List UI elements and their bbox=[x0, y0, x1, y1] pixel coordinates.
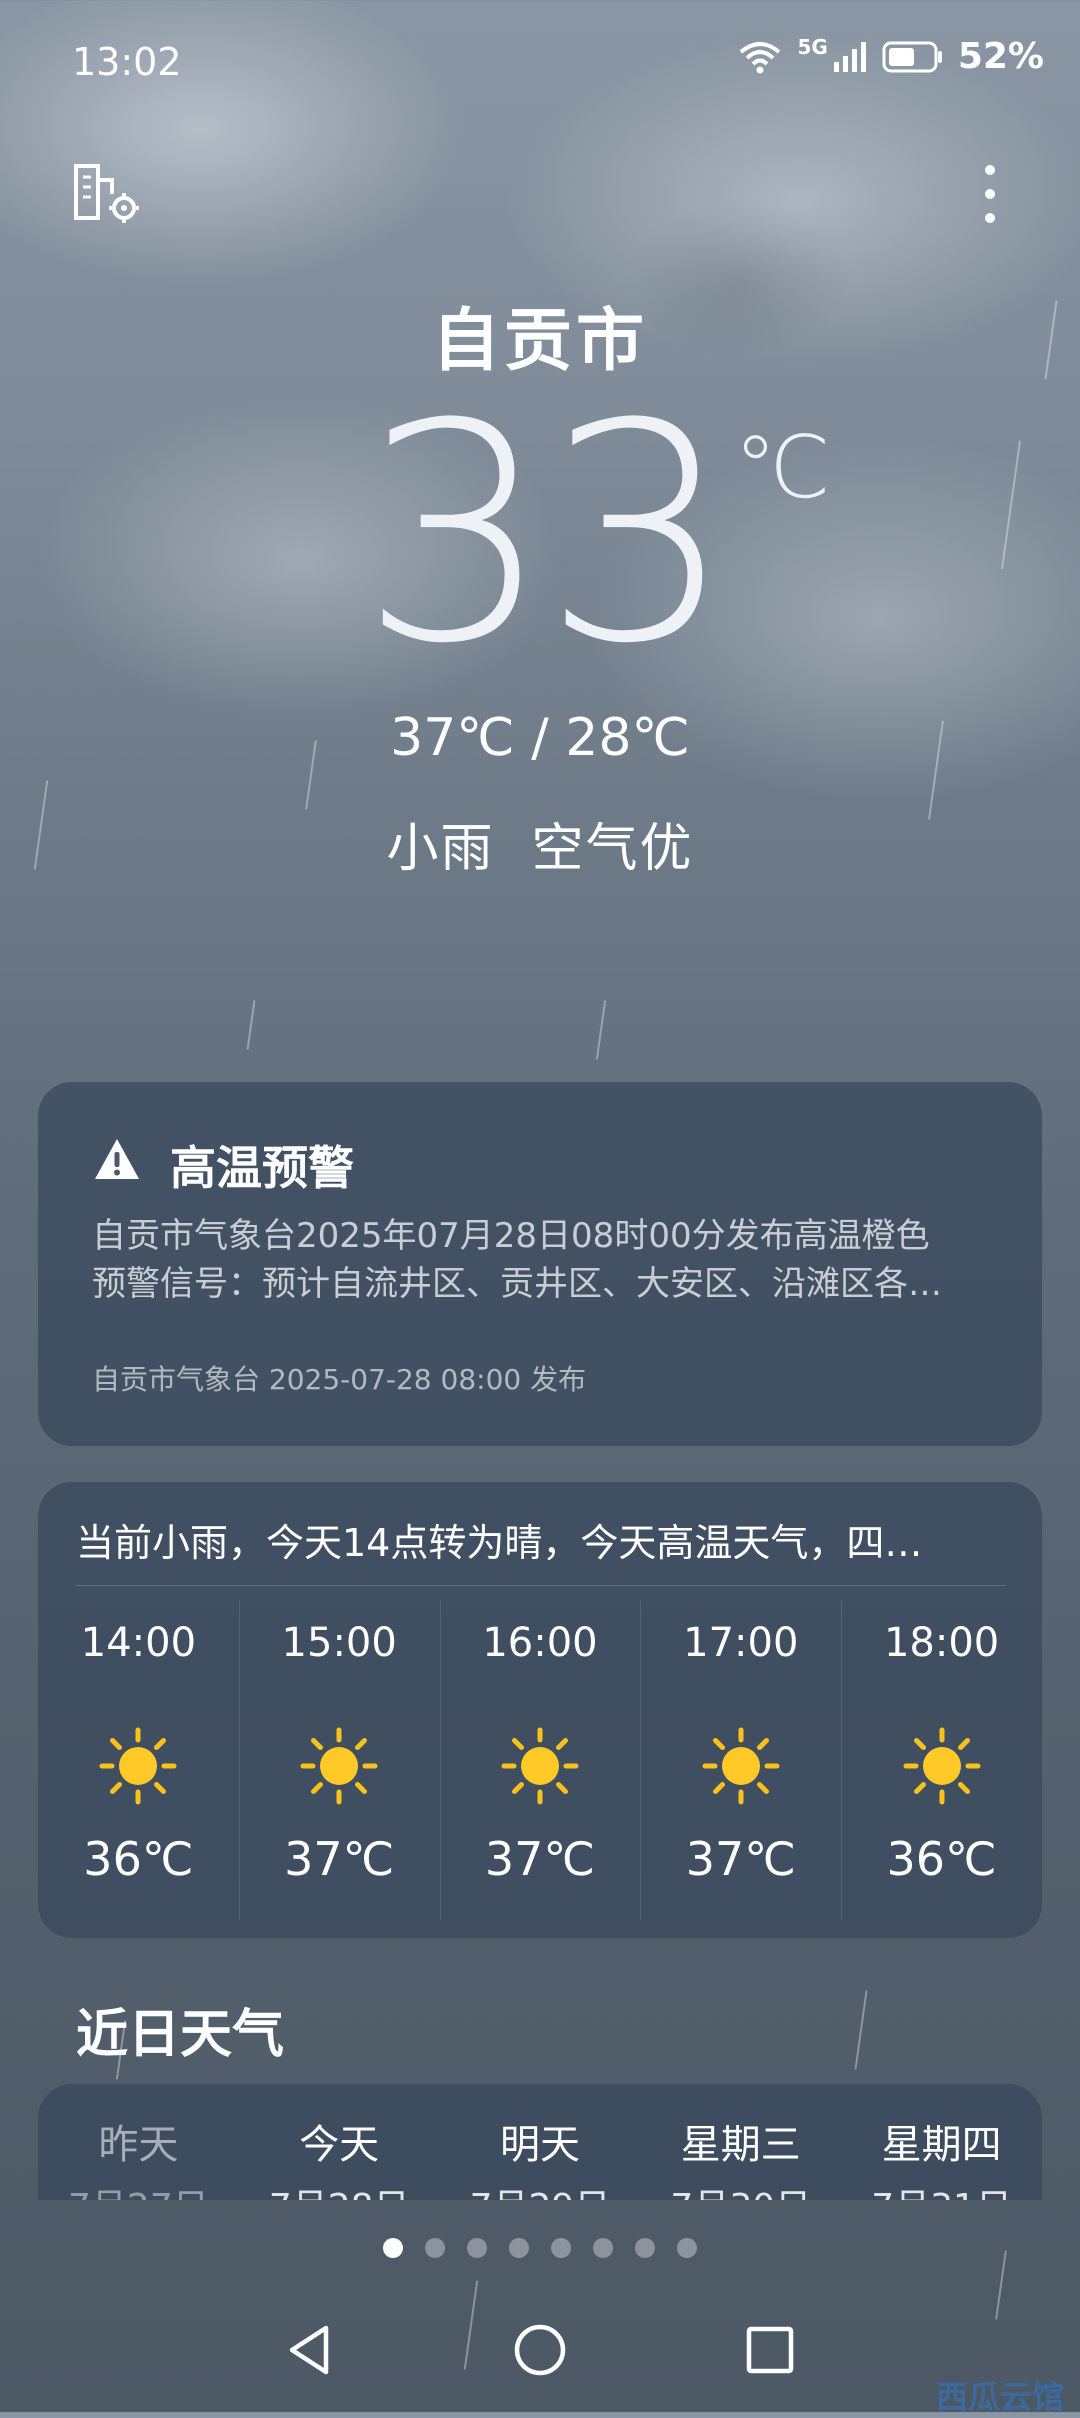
sun-icon bbox=[701, 1726, 781, 1806]
day-label: 明天 bbox=[499, 2122, 580, 2168]
alert-title: 高温预警 bbox=[170, 1141, 354, 1195]
day-label: 昨天 bbox=[98, 2122, 179, 2168]
sun-icon bbox=[299, 1726, 379, 1806]
daily-item: 明天 7月29日 bbox=[440, 2112, 641, 2200]
alert-body-line-2: 预警信号：预计自流井区、贡井区、大安区、沿滩区各… bbox=[92, 1264, 942, 1304]
daily-item: 星期四 7月31日 bbox=[841, 2112, 1042, 2200]
hour-temperature: 37℃ bbox=[484, 1832, 596, 1886]
pager-dot[interactable] bbox=[509, 2238, 529, 2258]
hourly-summary: 当前小雨，今天14点转为晴，今天高温天气，四… bbox=[76, 1521, 923, 1565]
back-icon bbox=[289, 2325, 329, 2375]
signal-icon bbox=[833, 41, 866, 72]
nav-recents-button[interactable] bbox=[740, 2320, 800, 2384]
weather-condition: 小雨 空气优 bbox=[386, 819, 694, 879]
divider bbox=[76, 1585, 1006, 1586]
pager-dot[interactable] bbox=[467, 2238, 487, 2258]
nav-home-button[interactable] bbox=[510, 2320, 570, 2384]
sun-icon bbox=[902, 1726, 982, 1806]
pager-dot-active[interactable] bbox=[383, 2238, 403, 2258]
hourly-item: 17:00 37℃ bbox=[640, 1600, 841, 1920]
daily-section-title: 近日天气 bbox=[76, 2005, 285, 2065]
more-menu-button[interactable] bbox=[984, 162, 996, 230]
hourly-list[interactable]: 14:00 36℃ 15:00 37℃ 16:00 37℃ 17:00 37℃ … bbox=[38, 1600, 1042, 1920]
wifi-icon bbox=[740, 41, 781, 73]
hourly-item: 16:00 37℃ bbox=[439, 1600, 641, 1920]
pager-dot[interactable] bbox=[635, 2238, 655, 2258]
system-navigation-bar bbox=[0, 2320, 1080, 2390]
daily-list[interactable]: 昨天 7月27日 今天 7月28日 明天 7月29日 星期三 7月30日 星期四… bbox=[38, 2112, 1042, 2200]
daily-item: 今天 7月28日 bbox=[239, 2112, 440, 2200]
recents-icon bbox=[746, 2326, 794, 2374]
warning-icon bbox=[95, 1139, 139, 1179]
hour-temperature: 37℃ bbox=[685, 1832, 796, 1886]
day-label: 星期三 bbox=[680, 2122, 801, 2168]
temperature-unit: ℃ bbox=[734, 418, 831, 518]
hourly-item: 15:00 37℃ bbox=[238, 1600, 440, 1920]
hour-temperature: 37℃ bbox=[284, 1832, 395, 1886]
city-management-button[interactable] bbox=[72, 162, 144, 230]
day-date: 7月29日 bbox=[440, 2178, 641, 2200]
city-gear-icon bbox=[74, 164, 139, 223]
more-vertical-icon bbox=[985, 165, 995, 223]
day-date: 7月30日 bbox=[640, 2178, 841, 2200]
pager-dot[interactable] bbox=[593, 2238, 613, 2258]
battery-icon bbox=[882, 41, 942, 72]
hour-temperature: 36℃ bbox=[886, 1832, 997, 1886]
pager-dot[interactable] bbox=[551, 2238, 571, 2258]
alert-body: 自贡市气象台2025年07月28日08时00分发布高温橙色 预警信号：预计自流井… bbox=[92, 1212, 992, 1308]
day-date: 7月31日 bbox=[841, 2178, 1042, 2200]
home-icon bbox=[514, 2324, 566, 2376]
day-date: 7月28日 bbox=[239, 2178, 440, 2200]
pager-dot[interactable] bbox=[425, 2238, 445, 2258]
hour-time: 14:00 bbox=[80, 1620, 197, 1666]
battery-percent: 52% bbox=[957, 36, 1044, 77]
sun-icon bbox=[98, 1726, 178, 1806]
alert-body-line-1: 自贡市气象台2025年07月28日08时00分发布高温橙色 bbox=[92, 1216, 930, 1256]
city-pager[interactable] bbox=[0, 2238, 1080, 2258]
daily-item: 星期三 7月30日 bbox=[640, 2112, 841, 2200]
hour-temperature: 36℃ bbox=[83, 1832, 194, 1886]
hour-time: 16:00 bbox=[482, 1620, 598, 1666]
hourly-item: 18:00 36℃ bbox=[841, 1600, 1042, 1920]
status-icons: 5G 52% bbox=[737, 34, 1044, 77]
alert-footer: 自贡市气象台 2025-07-28 08:00 发布 bbox=[92, 1363, 587, 1396]
status-time: 13:02 bbox=[72, 40, 182, 84]
sun-icon bbox=[500, 1726, 580, 1806]
day-date: 7月27日 bbox=[38, 2178, 239, 2200]
hour-time: 17:00 bbox=[683, 1620, 799, 1666]
day-label: 星期四 bbox=[881, 2122, 1002, 2168]
daily-item: 昨天 7月27日 bbox=[38, 2112, 239, 2200]
hour-time: 18:00 bbox=[883, 1620, 1000, 1666]
nav-back-button[interactable] bbox=[280, 2320, 340, 2384]
pager-dot[interactable] bbox=[677, 2238, 697, 2258]
network-type: 5G bbox=[797, 34, 828, 59]
day-label: 今天 bbox=[299, 2122, 380, 2168]
hourly-item: 14:00 36℃ bbox=[38, 1600, 239, 1920]
watermark-text: 西瓜云馆 bbox=[935, 2378, 1064, 2416]
hour-time: 15:00 bbox=[281, 1620, 397, 1666]
temperature-range: 37℃ / 28℃ bbox=[390, 708, 690, 768]
current-temperature: 33 bbox=[360, 360, 734, 709]
